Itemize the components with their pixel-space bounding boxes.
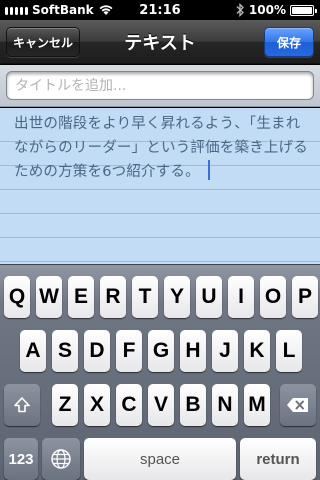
globe-key[interactable] <box>42 438 80 480</box>
navigation-bar: キャンセル テキスト 保存 <box>0 20 320 64</box>
shift-key[interactable] <box>4 384 40 426</box>
key-s[interactable]: S <box>52 330 78 372</box>
key-t[interactable]: T <box>132 276 158 318</box>
key-l[interactable]: L <box>276 330 302 372</box>
note-text: 出世の階段をより早く昇れるよう、「生まれながらのリーダー」という評価を築き上げる… <box>14 116 308 180</box>
bluetooth-icon <box>236 3 244 17</box>
title-input[interactable] <box>6 71 314 100</box>
space-key[interactable]: space <box>84 438 236 480</box>
key-r[interactable]: R <box>100 276 126 318</box>
title-bar-area <box>0 65 320 107</box>
key-x[interactable]: X <box>84 384 110 426</box>
key-u[interactable]: U <box>196 276 222 318</box>
key-v[interactable]: V <box>148 384 174 426</box>
shift-icon <box>14 397 30 413</box>
key-b[interactable]: B <box>180 384 206 426</box>
battery-icon <box>290 4 317 16</box>
globe-icon <box>51 449 71 469</box>
page-title: テキスト <box>124 33 196 54</box>
key-y[interactable]: Y <box>164 276 190 318</box>
save-button[interactable]: 保存 <box>264 27 314 57</box>
status-bar: SoftBank 21:16 100% <box>0 0 320 20</box>
key-q[interactable]: Q <box>4 276 30 318</box>
key-i[interactable]: I <box>228 276 254 318</box>
key-w[interactable]: W <box>36 276 62 318</box>
backspace-key[interactable] <box>280 384 316 426</box>
key-m[interactable]: M <box>244 384 270 426</box>
note-body[interactable]: 出世の階段をより早く昇れるよう、「生まれながらのリーダー」という評価を築き上げる… <box>14 112 310 184</box>
key-c[interactable]: C <box>116 384 142 426</box>
key-k[interactable]: K <box>244 330 270 372</box>
key-f[interactable]: F <box>116 330 142 372</box>
key-j[interactable]: J <box>212 330 238 372</box>
backspace-icon <box>287 398 308 412</box>
key-o[interactable]: O <box>260 276 286 318</box>
text-cursor <box>207 160 210 180</box>
key-e[interactable]: E <box>68 276 94 318</box>
key-a[interactable]: A <box>20 330 46 372</box>
numbers-key[interactable]: 123 <box>4 438 38 480</box>
key-g[interactable]: G <box>148 330 174 372</box>
key-z[interactable]: Z <box>52 384 78 426</box>
key-h[interactable]: H <box>180 330 206 372</box>
key-p[interactable]: P <box>292 276 318 318</box>
note-editor[interactable]: 出世の階段をより早く昇れるよう、「生まれながらのリーダー」という評価を築き上げる… <box>0 108 320 264</box>
battery-percent: 100% <box>248 3 286 17</box>
return-key[interactable]: return <box>240 438 316 480</box>
status-right: 100% <box>235 0 317 20</box>
cancel-button[interactable]: キャンセル <box>6 27 80 57</box>
key-d[interactable]: D <box>84 330 110 372</box>
key-n[interactable]: N <box>212 384 238 426</box>
keyboard: Q W E R T Y U I O P A S D F G H J K L Z … <box>0 264 320 480</box>
